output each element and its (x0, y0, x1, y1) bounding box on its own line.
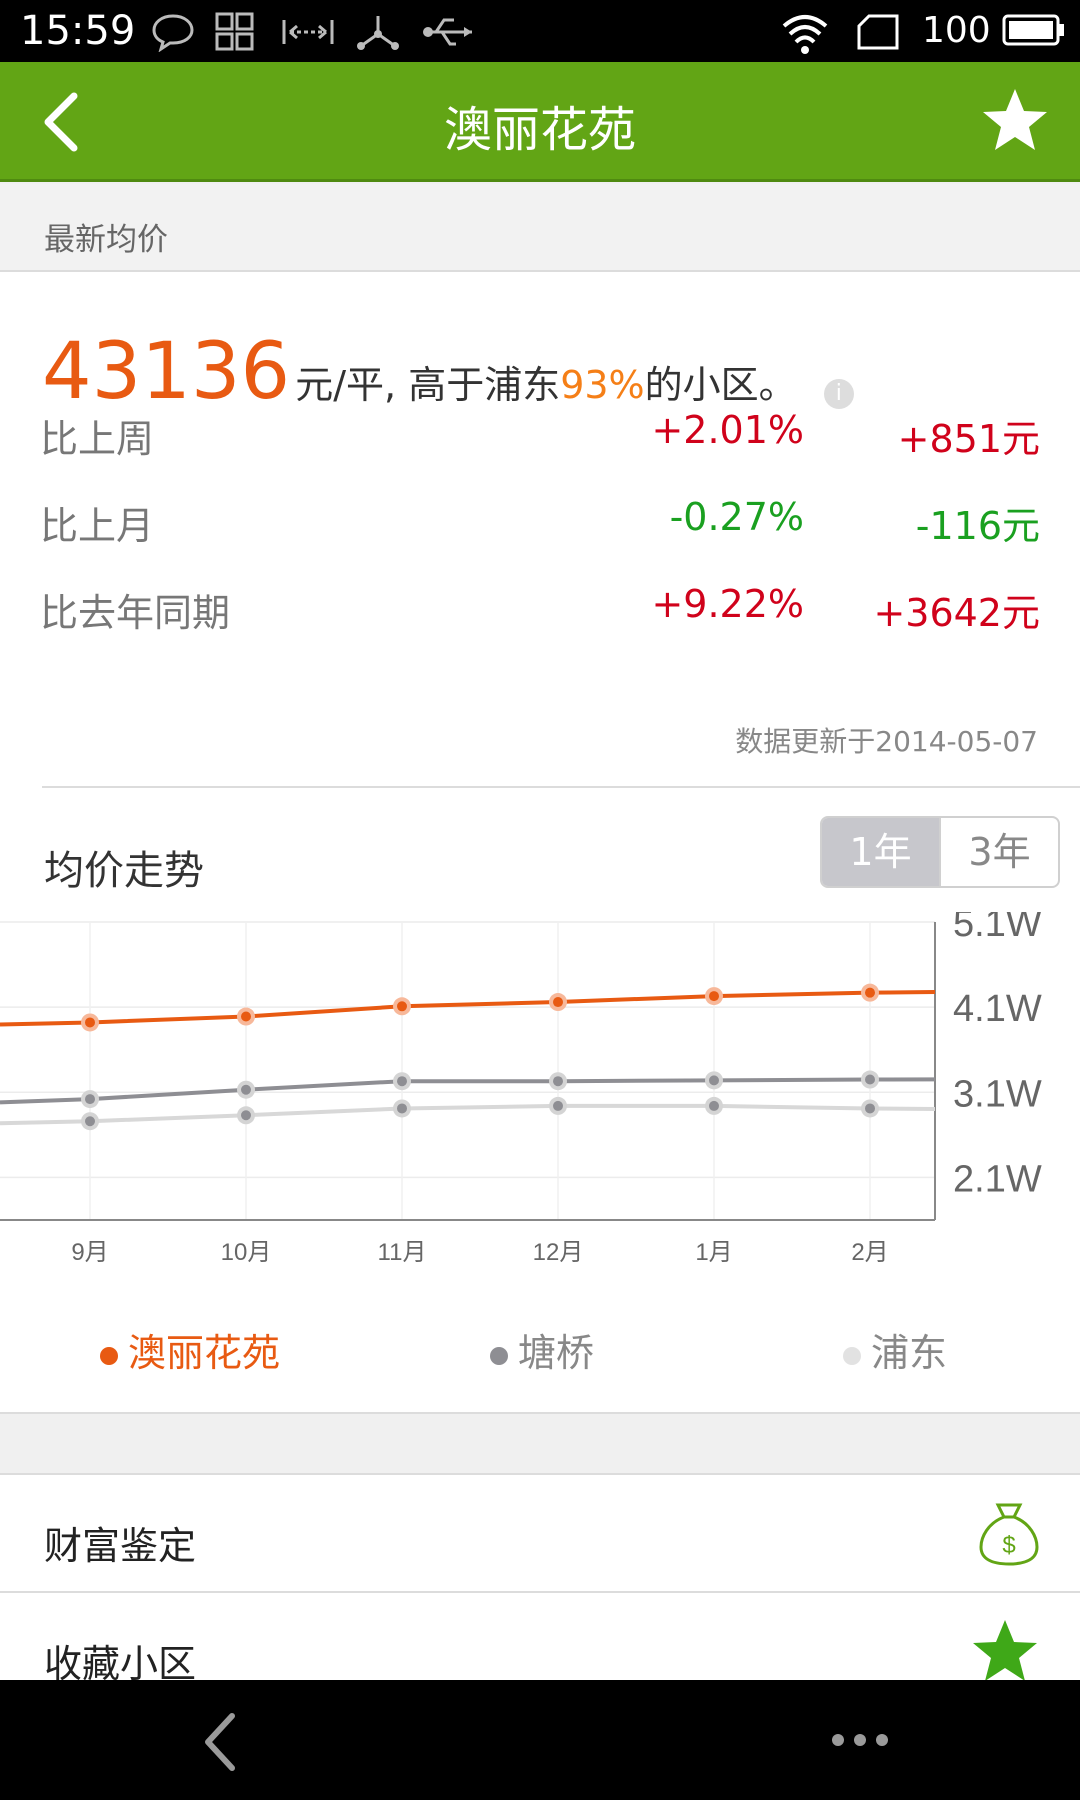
y-tick-label: 5.1W (953, 912, 1042, 945)
legend-item-series-1: 澳丽花苑 (100, 1322, 280, 1377)
data-point (553, 1076, 563, 1087)
sim-card-icon (857, 14, 899, 50)
legend-label: 浦东 (871, 1331, 948, 1375)
y-tick-label: 3.1W (953, 1073, 1042, 1115)
comparison-row-week: 比上周 +2.01% +851元 (0, 400, 1080, 461)
comparison-percent: +9.22% (651, 582, 804, 626)
comparison-amount: +3642元 (873, 591, 1040, 635)
legend-dot (843, 1346, 861, 1365)
wifi-icon (782, 15, 828, 54)
nav-back-icon[interactable] (200, 1712, 240, 1772)
page-title: 澳丽花苑 (443, 102, 636, 158)
star-icon (973, 1620, 1037, 1681)
usb-icon (423, 18, 472, 46)
legend-item-series-3: 浦东 (843, 1322, 947, 1377)
legend-dot (100, 1346, 118, 1365)
legend-label: 澳丽花苑 (128, 1331, 281, 1375)
section-title: 最新均价 (44, 222, 168, 258)
data-point (709, 1075, 719, 1086)
data-point (709, 1100, 719, 1111)
comparison-amount: +851元 (897, 417, 1040, 461)
price-trend-chart: 5.1W 4.1W 3.1W 2.1W 9月 10月 11月 12月 1月 2月 (0, 912, 1042, 1266)
divider (42, 786, 1080, 788)
section-header: 最新均价 (0, 184, 1080, 272)
data-point (397, 1103, 407, 1114)
series-line (0, 1103, 936, 1126)
range-tab-1y[interactable]: 1年 (822, 818, 939, 886)
legend-dot (490, 1346, 508, 1365)
network-icon (357, 16, 399, 50)
series-line (0, 1077, 936, 1105)
x-tick-label: 12月 (533, 1239, 584, 1266)
app-header: 澳丽花苑 (0, 62, 1080, 182)
comparison-label: 比上月 (40, 504, 155, 548)
menu-item-label: 财富鉴定 (44, 1524, 197, 1568)
battery-icon (1002, 14, 1064, 46)
comparison-row-year: 比去年同期 +9.22% +3642元 (0, 574, 1080, 635)
data-point (865, 1074, 875, 1085)
comparison-label: 比上周 (40, 417, 155, 461)
comparison-percent: -0.27% (669, 495, 804, 539)
data-point (397, 1076, 407, 1087)
x-tick-label: 9月 (71, 1239, 108, 1266)
grid-icon (215, 12, 254, 51)
comparison-percent: +2.01% (651, 408, 804, 452)
data-point (553, 997, 563, 1008)
data-point (85, 1116, 95, 1127)
series-line (0, 989, 936, 1027)
data-point (865, 1103, 875, 1114)
y-tick-label: 2.1W (953, 1158, 1042, 1200)
data-point (241, 1011, 251, 1022)
data-point (553, 1100, 563, 1111)
data-point (865, 987, 875, 998)
data-point (241, 1110, 251, 1121)
navigation-bar (0, 1680, 1080, 1800)
range-tab-3y[interactable]: 3年 (941, 818, 1058, 886)
price-panel: 43136 元/平, 高于浦东93%的小区。 i 比上周 +2.01% +851… (0, 272, 1080, 1414)
menu-item-wealth[interactable]: 财富鉴定 $ (0, 1473, 1080, 1593)
legend-item-series-2: 塘桥 (490, 1322, 594, 1377)
data-point (709, 991, 719, 1002)
x-tick-label: 1月 (695, 1239, 732, 1266)
range-selector: 1年 3年 (820, 816, 1060, 888)
comparison-amount: -116元 (915, 504, 1040, 548)
comparison-label: 比去年同期 (40, 591, 231, 635)
money-bag-icon: $ (979, 1503, 1039, 1566)
data-point (397, 1001, 407, 1012)
svg-text:$: $ (1002, 1532, 1015, 1559)
status-time: 15:59 (20, 8, 136, 54)
more-icon[interactable] (830, 1728, 890, 1752)
comparison-row-month: 比上月 -0.27% -116元 (0, 487, 1080, 548)
x-tick-label: 11月 (378, 1239, 427, 1266)
data-point (85, 1017, 95, 1028)
y-tick-label: 4.1W (953, 988, 1042, 1030)
x-tick-label: 2月 (851, 1239, 888, 1266)
favorite-star-icon[interactable] (980, 86, 1050, 154)
chat-icon (152, 14, 194, 52)
data-point (85, 1094, 95, 1105)
trend-title: 均价走势 (44, 848, 204, 894)
expand-arrows-icon (282, 20, 334, 44)
data-point (241, 1084, 251, 1095)
battery-level: 100 (922, 10, 991, 51)
legend-label: 塘桥 (518, 1331, 595, 1375)
status-bar: 15:59 100 (0, 0, 1080, 62)
update-timestamp: 数据更新于2014-05-07 (735, 725, 1038, 758)
x-tick-label: 10月 (221, 1239, 272, 1266)
